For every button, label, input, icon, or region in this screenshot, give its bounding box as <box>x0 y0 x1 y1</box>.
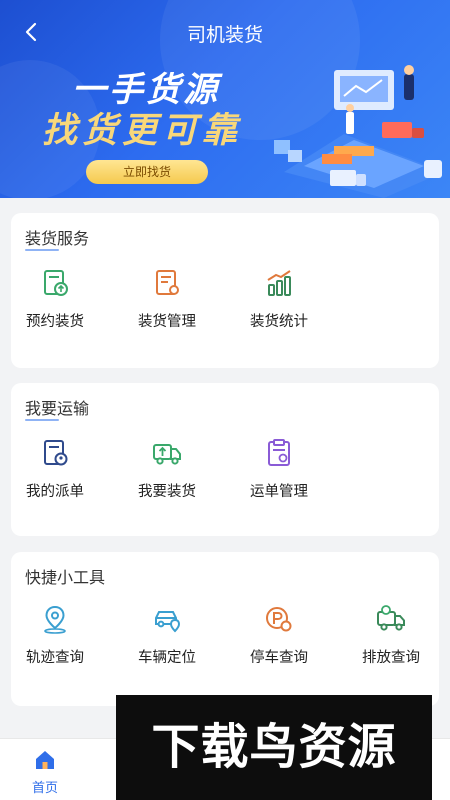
item-label: 我的派单 <box>26 484 84 500</box>
truck-load-icon <box>153 444 181 465</box>
banner-slogan-line2: 找货更可靠 <box>42 111 243 151</box>
item-label: 装货管理 <box>138 314 196 330</box>
item-label: 轨迹查询 <box>26 650 84 666</box>
section-title: 快捷小工具 <box>25 568 106 587</box>
section-quick-tools: 快捷小工具 轨迹查询 车辆定位 停车查询 排放查询 <box>11 552 439 706</box>
loading-management-button[interactable]: 装货管理 <box>125 268 225 338</box>
watermark-overlay: 下载鸟资源 <box>116 695 432 800</box>
loading-management-icon <box>156 270 179 295</box>
schedule-loading-button[interactable]: 预约装货 <box>13 268 113 338</box>
tab-home[interactable]: 首页 <box>22 745 68 797</box>
header-banner: 司机装货 一手货源 找货更可靠 立即找货 <box>0 0 450 198</box>
title-underline <box>25 419 59 421</box>
parking-query-button[interactable]: 停车查询 <box>237 604 337 674</box>
home-icon <box>36 751 54 769</box>
car-locate-icon <box>155 611 181 633</box>
vehicle-locate-button[interactable]: 车辆定位 <box>125 604 225 674</box>
section-transport: 我要运输 我的派单 我要装货 运单管理 <box>11 383 439 536</box>
my-dispatch-icon <box>44 440 68 466</box>
item-label: 我要装货 <box>138 484 196 500</box>
logistics-illustration <box>274 65 444 198</box>
emission-query-button[interactable]: 排放查询 <box>349 604 449 674</box>
schedule-loading-icon <box>44 270 68 296</box>
waybill-management-icon <box>268 439 290 466</box>
item-label: 预约装货 <box>26 314 84 330</box>
section-title: 装货服务 <box>25 229 90 248</box>
waybill-management-button[interactable]: 运单管理 <box>237 438 337 508</box>
emission-truck-icon <box>377 605 405 631</box>
loading-stats-button[interactable]: 装货统计 <box>237 268 337 338</box>
find-goods-button[interactable]: 立即找货 <box>86 160 208 184</box>
my-dispatch-button[interactable]: 我的派单 <box>13 438 113 508</box>
section-title: 我要运输 <box>25 399 90 418</box>
title-underline <box>25 249 59 251</box>
truck-load-button[interactable]: 我要装货 <box>125 438 225 508</box>
item-label: 装货统计 <box>250 314 308 330</box>
loading-stats-icon <box>267 270 291 296</box>
parking-icon <box>266 607 292 632</box>
item-label: 停车查询 <box>250 650 308 666</box>
item-label: 排放查询 <box>362 650 420 666</box>
location-pin-icon <box>44 605 66 634</box>
page-title: 司机装货 <box>186 24 263 46</box>
track-query-button[interactable]: 轨迹查询 <box>13 604 113 674</box>
section-loading-service: 装货服务 预约装货 装货管理 装货统计 <box>11 213 439 368</box>
item-label: 运单管理 <box>250 484 308 500</box>
tab-home-label: 首页 <box>31 781 58 796</box>
item-label: 车辆定位 <box>138 650 196 666</box>
